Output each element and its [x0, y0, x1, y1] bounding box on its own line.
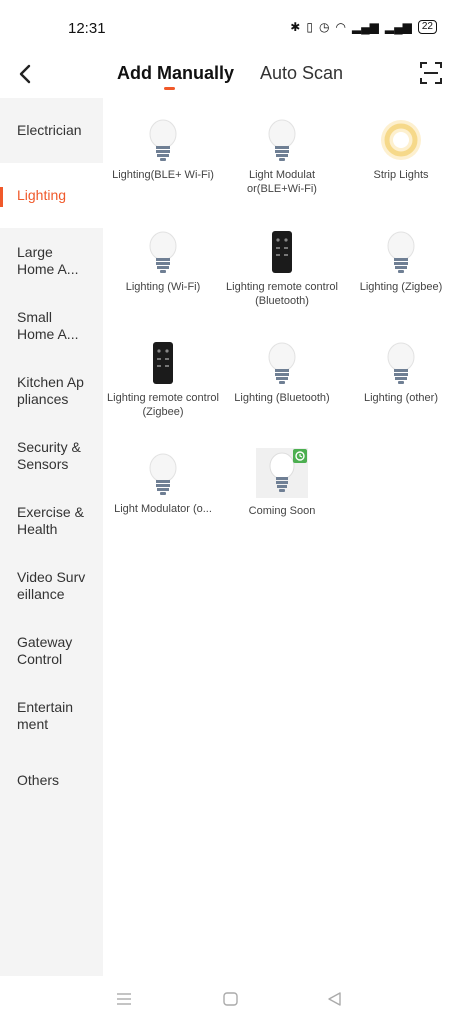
device-coming-soon[interactable]: Coming Soon: [223, 448, 341, 518]
light-bulb-icon: [268, 342, 296, 384]
scan-icon[interactable]: [419, 60, 443, 86]
status-icons: ✱ ▯ ◷ ◠ ▂▄▆ ▂▄▆ 22: [290, 20, 437, 34]
remote-control-icon: [272, 231, 292, 273]
sidebar-item-entertainment[interactable]: Entertain ment: [0, 683, 103, 748]
device-lighting-remote-bluetooth[interactable]: Lighting remote control (Bluetooth): [223, 230, 341, 308]
battery-icon: 22: [417, 20, 437, 34]
sidebar-item-label: Entertain ment: [17, 698, 74, 732]
strip-light-icon: [381, 120, 421, 160]
tab-add-manually[interactable]: Add Manually: [117, 63, 234, 84]
sidebar-item-gateway-control[interactable]: Gateway Control: [0, 618, 103, 683]
sidebar-item-label: Lighting: [17, 187, 67, 203]
sidebar-item-electrician[interactable]: Electrician: [0, 98, 103, 163]
home-icon[interactable]: [223, 992, 238, 1006]
active-indicator: [0, 187, 3, 207]
device-lighting-remote-zigbee[interactable]: Lighting remote control (Zigbee): [104, 341, 222, 419]
sidebar-item-video-surveillance[interactable]: Video Surv eillance: [0, 553, 103, 618]
back-arrow-icon[interactable]: [14, 60, 38, 88]
device-label: Light Modulator (o...: [114, 503, 212, 515]
sidebar-item-label: Exercise & Health: [17, 503, 84, 537]
light-bulb-icon: [387, 342, 415, 384]
device-lighting-bluetooth[interactable]: Lighting (Bluetooth): [223, 341, 341, 405]
category-sidebar: Electrician Lighting Large Home A... Sma…: [0, 98, 103, 976]
back-icon[interactable]: [327, 992, 342, 1006]
device-label: Lighting (Wi-Fi): [125, 281, 201, 293]
bluetooth-icon: ✱: [290, 20, 301, 34]
sidebar-item-label: Video Surv eillance: [17, 568, 86, 602]
sidebar-item-label: Security & Sensors: [17, 438, 81, 472]
signal-icon: ▂▄▆: [351, 20, 379, 34]
sidebar-item-label: Electrician: [17, 122, 82, 138]
vibrate-icon: ▯: [306, 20, 313, 34]
device-label: Light Modulat or(BLE+Wi-Fi): [247, 169, 317, 195]
status-time: 12:31: [68, 20, 106, 37]
sidebar-item-security-sensors[interactable]: Security & Sensors: [0, 423, 103, 488]
device-label: Lighting (Zigbee): [359, 281, 443, 293]
device-label: Strip Lights: [373, 169, 429, 181]
sidebar-item-kitchen-appliances[interactable]: Kitchen Ap pliances: [0, 358, 103, 423]
device-label: Lighting (Bluetooth): [234, 392, 330, 404]
tab-auto-scan[interactable]: Auto Scan: [260, 63, 343, 84]
sidebar-item-label: Large Home A...: [17, 243, 79, 277]
light-bulb-icon: [149, 119, 177, 161]
sidebar-item-lighting[interactable]: Lighting: [0, 163, 103, 228]
device-lighting-ble-wifi[interactable]: Lighting(BLE+ Wi-Fi): [104, 118, 222, 182]
sidebar-item-small-home-appliances[interactable]: Small Home A...: [0, 293, 103, 358]
light-bulb-icon: [387, 231, 415, 273]
sidebar-item-label: Small Home A...: [17, 308, 79, 342]
system-navigation-bar: [0, 976, 461, 1024]
sidebar-item-label: Others: [17, 772, 60, 788]
device-lighting-wifi[interactable]: Lighting (Wi-Fi): [104, 230, 222, 294]
sidebar-item-large-home-appliances[interactable]: Large Home A...: [0, 228, 103, 293]
signal-icon: ▂▄▆: [384, 20, 412, 34]
light-bulb-icon: [149, 231, 177, 273]
coming-soon-bulb-icon: [256, 448, 308, 498]
alarm-icon: ◷: [318, 20, 330, 34]
menu-icon[interactable]: [116, 992, 132, 1006]
active-tab-indicator: [164, 87, 175, 90]
status-bar: 12:31 ✱ ▯ ◷ ◠ ▂▄▆ ▂▄▆ 22: [0, 0, 461, 56]
device-lighting-zigbee[interactable]: Lighting (Zigbee): [342, 230, 460, 294]
sidebar-item-exercise-health[interactable]: Exercise & Health: [0, 488, 103, 553]
device-strip-lights[interactable]: Strip Lights: [342, 118, 460, 182]
light-bulb-icon: [268, 119, 296, 161]
header: Add Manually Auto Scan: [0, 56, 461, 98]
device-label: Lighting (other): [364, 392, 438, 404]
device-label: Coming Soon: [248, 505, 316, 517]
device-label: Lighting(BLE+ Wi-Fi): [112, 169, 214, 181]
device-lighting-other[interactable]: Lighting (other): [342, 341, 460, 405]
sidebar-item-label: Gateway Control: [17, 633, 73, 667]
device-light-modulator-ble-wifi[interactable]: Light Modulat or(BLE+Wi-Fi): [223, 118, 341, 196]
sidebar-item-others[interactable]: Others: [0, 748, 103, 813]
sidebar-item-label: Kitchen Ap pliances: [17, 373, 84, 407]
device-light-modulator-other[interactable]: Light Modulator (o...: [104, 452, 222, 516]
device-label: Lighting remote control (Zigbee): [107, 392, 219, 418]
wifi-icon: ◠: [335, 20, 346, 34]
device-label: Lighting remote control (Bluetooth): [226, 281, 338, 307]
light-bulb-icon: [149, 453, 177, 495]
remote-control-icon: [153, 342, 173, 384]
